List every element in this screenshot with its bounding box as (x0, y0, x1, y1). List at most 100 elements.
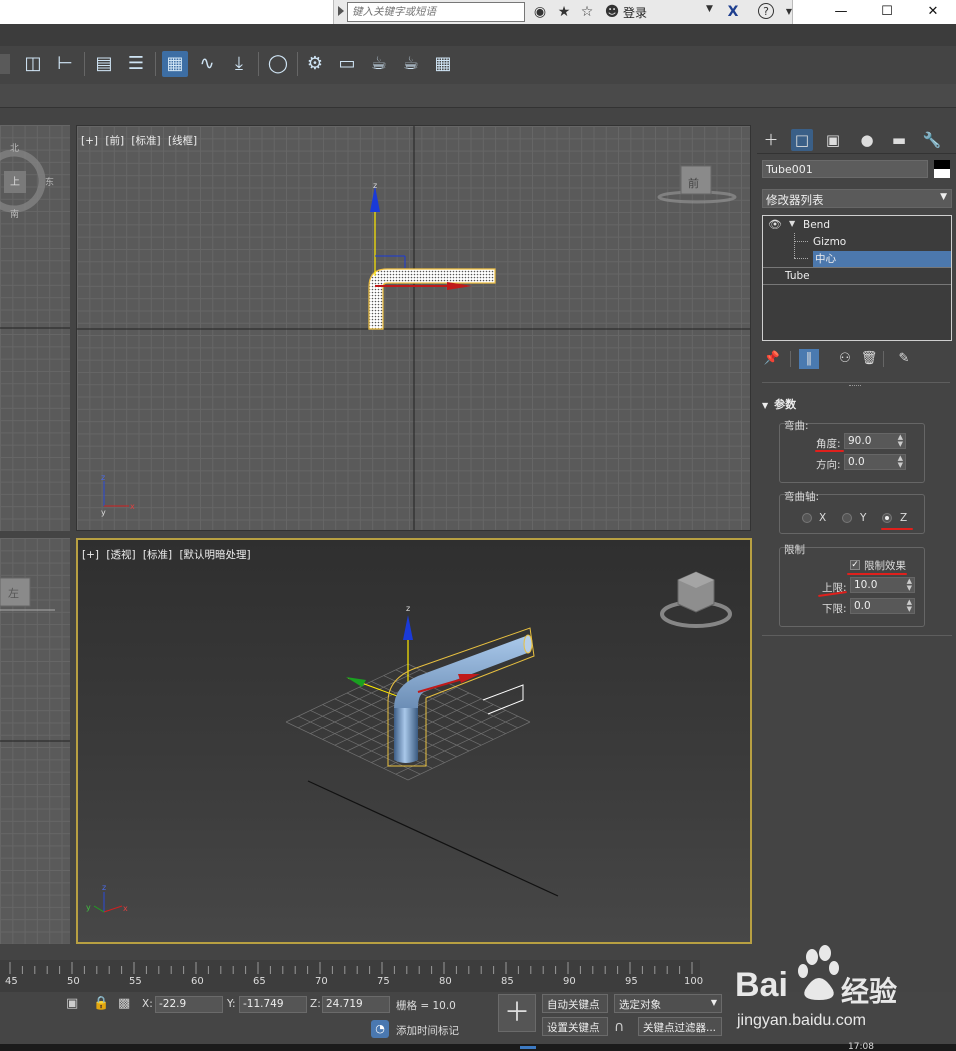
tick-label: 65 (253, 976, 266, 987)
chevron-down-icon[interactable]: ▼ (706, 4, 713, 14)
render-iterative-icon[interactable]: ☕ (398, 51, 424, 77)
layers-icon[interactable]: ☰ (123, 51, 149, 77)
stack-item-bend[interactable]: Bend (803, 217, 830, 233)
make-unique-icon[interactable]: ⚇ (835, 349, 855, 369)
axis-z-radio[interactable] (882, 513, 892, 523)
compass-east: 东 (45, 178, 55, 188)
direction-spinner[interactable]: 0.0 ▲ ▼ (844, 454, 906, 470)
align-icon[interactable]: ⊢ (52, 51, 78, 77)
auto-key-button[interactable]: 自动关键点 (542, 994, 608, 1013)
modifier-list-dropdown[interactable]: 修改器列表 ▼ (762, 189, 952, 208)
axis-x-radio[interactable] (802, 513, 812, 523)
curve-editor-icon[interactable]: ∿ (194, 51, 220, 77)
perspective-viewport[interactable]: [+] [透视] [标准] [默认明暗处理] z z x y (76, 538, 752, 944)
modifier-stack[interactable]: 👁 ▼ Bend Gizmo 中心 Tube (762, 215, 952, 341)
angle-spinner[interactable]: 90.0 ▲ ▼ (844, 433, 906, 449)
help-icon[interactable]: ? (758, 3, 774, 19)
parameters-rollout[interactable]: ▼ 参数 (762, 396, 952, 414)
perspective-scene: z z x y (86, 571, 732, 913)
x-label: X: (142, 998, 153, 1010)
command-panel: ＋ □ ▣ ● ▬ 🔧 Tube001 修改器列表 ▼ 👁 ▼ Bend Giz… (757, 125, 956, 957)
pin-stack-icon[interactable]: 📌 (762, 349, 782, 369)
isolate-selection-icon[interactable]: ▣ (66, 996, 78, 1011)
selected-object-dropdown[interactable]: 选定对象 ▼ (614, 994, 722, 1013)
toggle-scene-explorer-icon[interactable]: ▦ (162, 51, 188, 77)
render-setup-icon[interactable]: ⚙ (302, 51, 328, 77)
svg-text:z: z (101, 473, 105, 482)
tick-label: 70 (315, 976, 328, 987)
minimize-button[interactable]: — (818, 0, 864, 24)
key-filters-button[interactable]: 关键点过滤器... (638, 1017, 722, 1036)
svg-text:z: z (406, 604, 410, 613)
tick-label: 45 (5, 976, 18, 987)
hierarchy-tab-icon[interactable]: ▣ (822, 129, 844, 151)
left-viewport[interactable]: 左 (0, 538, 70, 944)
binoculars-icon[interactable]: ◉ (531, 3, 549, 21)
clock: 17:08 (848, 1042, 874, 1051)
close-button[interactable]: ✕ (910, 0, 956, 24)
viewcube-front-label[interactable]: 前 (688, 175, 699, 191)
key-filter-icon[interactable]: ∩ (614, 1019, 624, 1035)
set-key-button[interactable]: 设置关键点 (542, 1017, 608, 1036)
x-coordinate-field[interactable]: -22.9 (155, 996, 223, 1013)
lower-limit-label: 下限: (822, 603, 847, 615)
lock-icon[interactable]: 🔒 (93, 996, 109, 1011)
favorites-star-icon[interactable]: ☆ (578, 3, 596, 21)
modify-tab-icon[interactable]: □ (791, 129, 813, 151)
lower-limit-spinner[interactable]: 0.0 ▲ ▼ (850, 598, 915, 614)
mirror-icon[interactable]: ◫ (20, 51, 46, 77)
user-icon[interactable]: ☻ (603, 3, 621, 21)
search-input[interactable] (347, 2, 525, 22)
show-end-result-icon[interactable]: ‖ (799, 349, 819, 369)
y-coordinate-field[interactable]: -11.749 (239, 996, 307, 1013)
time-tag-icon[interactable]: ◔ (371, 1020, 389, 1038)
tick-label: 60 (191, 976, 204, 987)
material-editor-icon[interactable]: ◯ (265, 51, 291, 77)
tick-label: 100 (684, 976, 704, 987)
tick-label: 55 (129, 976, 142, 987)
set-key-icon[interactable]: ＋ (498, 994, 536, 1032)
object-color-swatch[interactable] (934, 160, 950, 178)
expand-triangle-icon[interactable]: ▼ (789, 219, 795, 228)
collapse-arrow-icon[interactable] (338, 6, 344, 16)
stack-item-center[interactable]: 中心 (813, 251, 951, 267)
svg-text:y: y (86, 903, 91, 912)
help-caret-icon[interactable]: ▼ (780, 3, 798, 21)
absolute-mode-icon[interactable]: ▩ (118, 996, 130, 1011)
axis-y-label: Y (860, 512, 867, 524)
stack-item-gizmo[interactable]: Gizmo (813, 234, 846, 250)
utilities-tab-icon[interactable]: 🔧 (921, 129, 943, 151)
exchange-apps-icon[interactable]: X (724, 3, 742, 21)
upper-limit-spinner[interactable]: 10.0 ▲ ▼ (850, 577, 915, 593)
collapse-triangle-icon: ▼ (762, 401, 769, 410)
viewcube-left-label[interactable]: 左 (8, 585, 19, 601)
limit-effect-checkbox[interactable]: ✓ (850, 560, 860, 570)
stack-item-tube[interactable]: Tube (785, 268, 810, 284)
chevron-down-icon: ▼ (940, 192, 947, 202)
render-in-cloud-icon[interactable]: ▦ (430, 51, 456, 77)
top-viewport[interactable]: 北 上 东 南 (0, 125, 70, 531)
remove-modifier-icon[interactable]: 🗑 (859, 349, 879, 369)
motion-tab-icon[interactable]: ● (856, 129, 878, 151)
time-slider-ruler[interactable]: 45 50 55 60 65 70 75 80 85 90 95 100 (0, 960, 704, 992)
login-link[interactable]: 登录 (623, 4, 647, 21)
subscription-icon[interactable]: ★ (555, 3, 573, 21)
schematic-icon[interactable]: ⤓ (226, 51, 252, 77)
front-viewport[interactable]: [+] [前] [标准] [线框] z z x y 前 (76, 125, 751, 531)
limit-effect-label[interactable]: 限制效果 (864, 558, 906, 573)
configure-sets-icon[interactable]: ✎ (894, 349, 914, 369)
axis-y-radio[interactable] (842, 513, 852, 523)
maximize-button[interactable]: ☐ (864, 0, 910, 24)
tick-label: 90 (563, 976, 576, 987)
tick-label: 75 (377, 976, 390, 987)
object-name-field[interactable]: Tube001 (762, 160, 928, 178)
eye-icon[interactable]: 👁 (768, 218, 782, 231)
render-frame-icon[interactable]: ▭ (334, 51, 360, 77)
bend-axis-title: 弯曲轴: (784, 491, 820, 503)
render-icon[interactable]: ☕ (366, 51, 392, 77)
layer-explorer-icon[interactable]: ▤ (91, 51, 117, 77)
add-time-tag[interactable]: 添加时间标记 (396, 1023, 459, 1038)
z-coordinate-field[interactable]: 24.719 (322, 996, 390, 1013)
display-tab-icon[interactable]: ▬ (888, 129, 910, 151)
create-tab-icon[interactable]: ＋ (760, 129, 782, 151)
